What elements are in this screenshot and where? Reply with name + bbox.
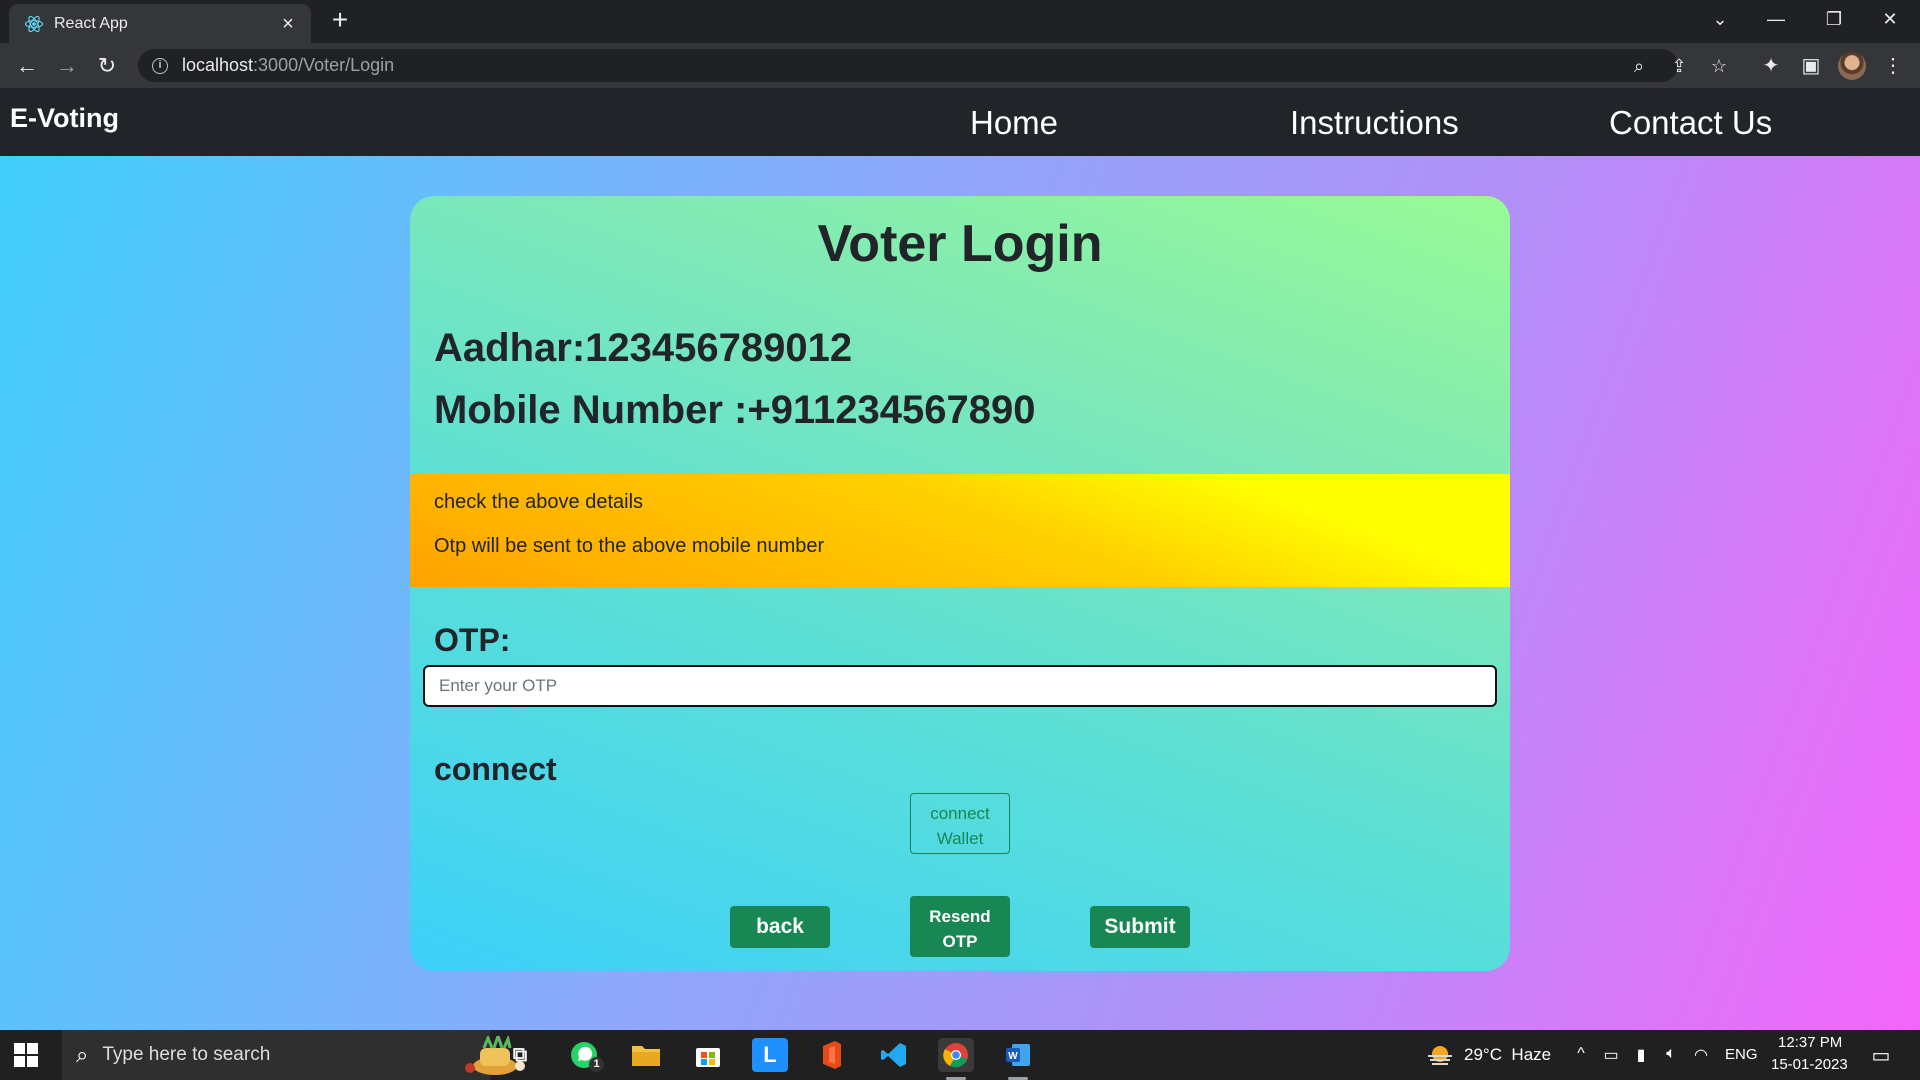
aadhar-detail: Aadhar:123456789012 (434, 326, 853, 370)
clock-date[interactable]: 15-01-2023 (1771, 1056, 1848, 1073)
address-bar[interactable]: i localhost:3000/Voter/Login ⌕ ⇪ ☆ (138, 49, 1727, 82)
back-arrow-icon[interactable]: ← (12, 51, 42, 81)
site-info-icon[interactable]: i (152, 57, 168, 74)
submit-button[interactable]: Submit (1090, 906, 1190, 948)
page-viewport: E-Voting Home Instructions Contact Us Vo… (0, 88, 1920, 1030)
close-icon[interactable]: × (277, 14, 299, 34)
connect-label: connect (434, 751, 557, 787)
search-icon: ⌕ (76, 1042, 89, 1067)
battery-icon[interactable]: ▮ (1630, 1045, 1652, 1065)
forward-arrow-icon[interactable]: → (52, 51, 82, 81)
office-icon[interactable] (814, 1038, 850, 1072)
bookmark-star-icon[interactable]: ☆ (1708, 56, 1730, 76)
tab-strip: React App × + ⌄ — ❐ ✕ (0, 0, 1920, 43)
side-panel-icon[interactable]: ▣ (1798, 53, 1824, 79)
browser-toolbar: ← → ↻ i localhost:3000/Voter/Login ⌕ ⇪ ☆… (0, 43, 1920, 88)
nav-link-contact-us[interactable]: Contact Us (1609, 104, 1772, 142)
extensions-puzzle-icon[interactable]: ✦ (1758, 53, 1784, 79)
weather-haze-icon (1428, 1046, 1452, 1065)
task-view-icon[interactable]: ⧉ (502, 1038, 538, 1072)
react-icon (24, 15, 44, 32)
notifications-icon[interactable]: ▭ (1870, 1043, 1892, 1068)
app-navbar: E-Voting Home Instructions Contact Us (0, 88, 1920, 156)
more-menu-icon[interactable]: ⋮ (1880, 53, 1906, 79)
clock-time[interactable]: 12:37 PM (1778, 1034, 1842, 1051)
chevron-up-icon[interactable]: ^ (1570, 1045, 1592, 1063)
microsoft-store-icon[interactable] (690, 1038, 726, 1072)
otp-label: OTP: (434, 622, 511, 658)
reload-icon[interactable]: ↻ (92, 51, 122, 81)
connect-wallet-button[interactable]: connect Wallet (910, 793, 1010, 854)
restore-icon[interactable]: ❐ (1814, 4, 1854, 34)
mobile-detail: Mobile Number :+911234567890 (434, 388, 1036, 432)
whatsapp-icon[interactable]: 1 (566, 1038, 604, 1072)
language-indicator[interactable]: ENG (1725, 1046, 1758, 1063)
resend-otp-button[interactable]: Resend OTP (910, 896, 1010, 957)
minimize-icon[interactable]: — (1756, 4, 1796, 34)
chrome-icon[interactable] (938, 1038, 974, 1080)
whatsapp-badge: 1 (589, 1057, 604, 1072)
windows-taskbar: ⌕ Type here to search ⧉ 1 L W 29°C Haze … (0, 1030, 1920, 1080)
voter-login-card: Voter Login Aadhar:123456789012 Mobile N… (410, 196, 1510, 971)
l-app-icon[interactable]: L (752, 1038, 788, 1072)
nav-link-instructions[interactable]: Instructions (1290, 104, 1459, 142)
taskbar-search[interactable]: ⌕ Type here to search (62, 1030, 525, 1080)
browser-tab[interactable]: React App × (9, 4, 311, 43)
new-tab-icon[interactable]: + (325, 6, 355, 36)
taskbar-search-placeholder: Type here to search (102, 1044, 271, 1065)
page-title: Voter Login (817, 215, 1103, 273)
close-window-icon[interactable]: ✕ (1870, 4, 1910, 34)
notice-line-check-details: check the above details (434, 491, 644, 513)
svg-text:W: W (1008, 1051, 1018, 1062)
file-explorer-icon[interactable] (628, 1038, 664, 1072)
meet-now-icon[interactable]: ▭ (1600, 1045, 1622, 1065)
windows-start-icon[interactable] (14, 1043, 38, 1067)
tab-title: React App (54, 14, 128, 32)
weather-text[interactable]: 29°C Haze (1464, 1045, 1551, 1065)
url-path: :3000/Voter/Login (253, 55, 395, 75)
zoom-icon[interactable]: ⌕ (1628, 56, 1650, 76)
otp-input[interactable] (423, 665, 1497, 707)
url-host: localhost (182, 55, 254, 75)
wifi-icon[interactable]: ◠ (1690, 1045, 1712, 1065)
share-icon[interactable]: ⇪ (1668, 56, 1690, 76)
nav-link-home[interactable]: Home (970, 104, 1058, 142)
profile-avatar[interactable] (1838, 52, 1866, 80)
word-icon[interactable]: W (1000, 1038, 1036, 1080)
volume-icon[interactable]: 🔈︎ (1660, 1045, 1682, 1063)
tab-search-chevron-down-icon[interactable]: ⌄ (1700, 4, 1740, 34)
brand-logo-text[interactable]: E-Voting (10, 103, 119, 134)
notice-banner: check the above details Otp will be sent… (410, 474, 1510, 587)
vscode-icon[interactable] (876, 1038, 912, 1072)
notice-line-otp-sent: Otp will be sent to the above mobile num… (434, 535, 825, 557)
back-button[interactable]: back (730, 906, 830, 948)
